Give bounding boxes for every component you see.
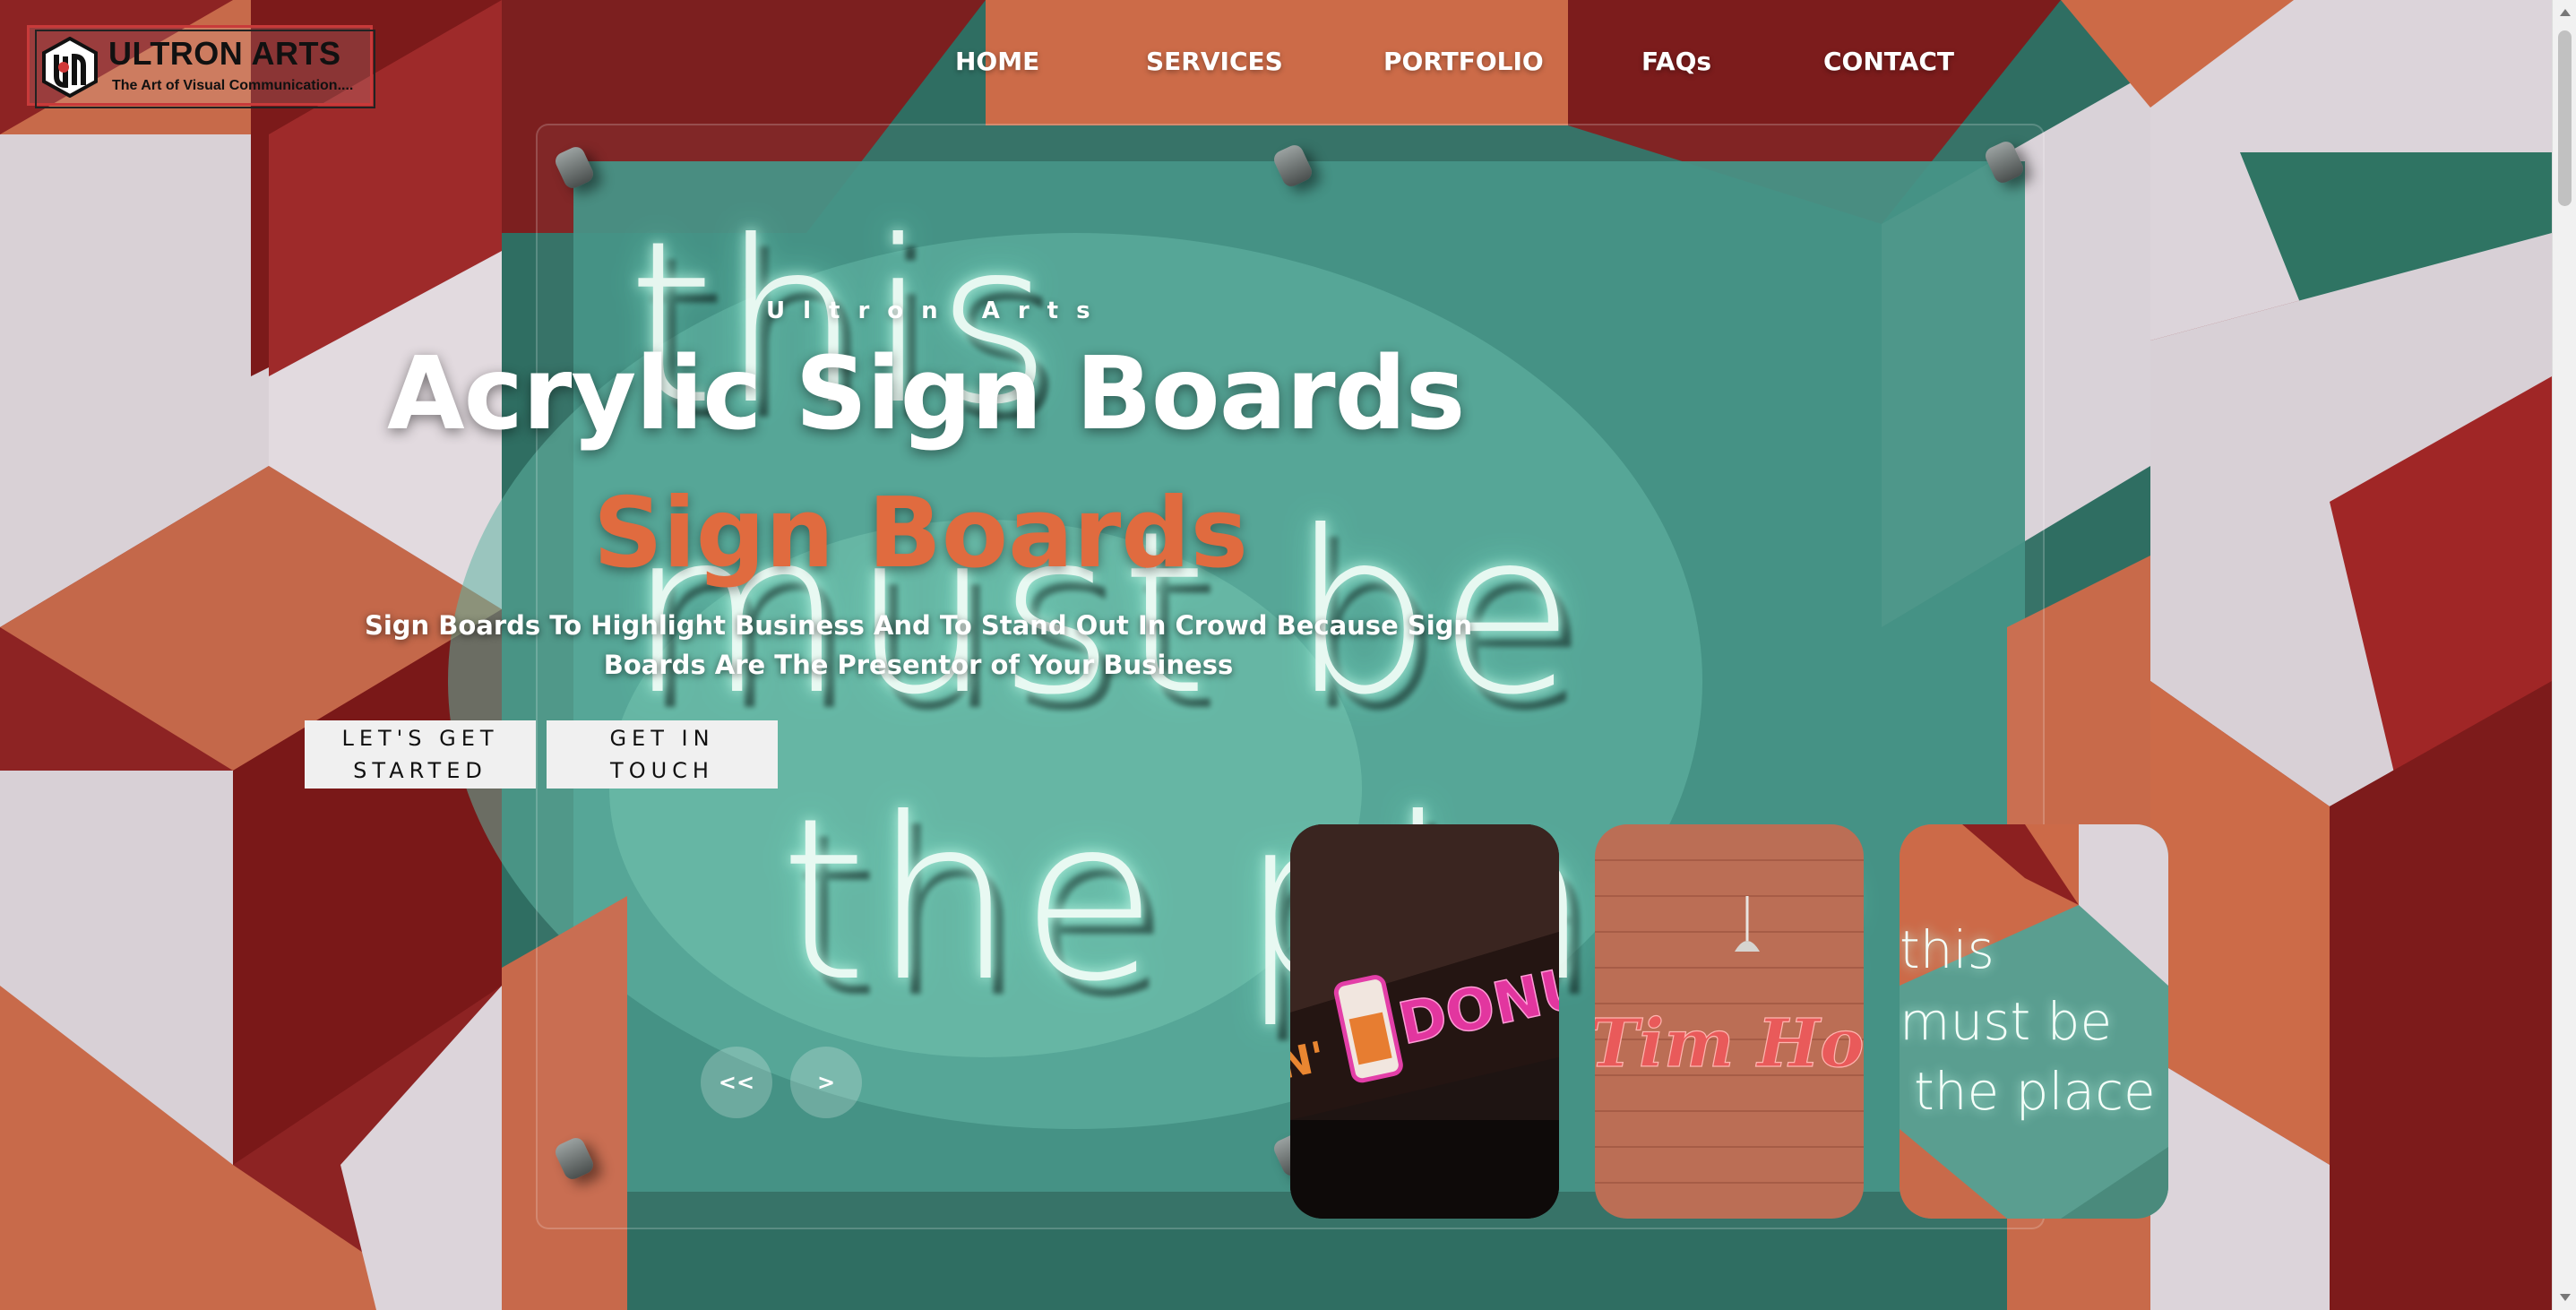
slider-prev-button[interactable]: <<: [701, 1047, 772, 1118]
nav-portfolio[interactable]: PORTFOLIO: [1383, 47, 1544, 76]
slide-image: DONUTS N': [1290, 824, 1559, 1219]
scroll-up-icon[interactable]: [2560, 9, 2571, 16]
slide-image: this must be the place: [1900, 824, 2168, 1219]
sign-text: Tim Horto: [1595, 1005, 1864, 1082]
slide-image: Tim Horto: [1595, 824, 1864, 1219]
nav-faqs[interactable]: FAQs: [1641, 47, 1711, 76]
slide-card-neon[interactable]: this must be the place: [1900, 824, 2168, 1219]
scroll-down-icon[interactable]: [2560, 1294, 2571, 1301]
get-started-button[interactable]: LET'S GET STARTED: [305, 720, 536, 789]
nav-home[interactable]: HOME: [955, 47, 1039, 76]
hero-headline: Acrylic Sign Boards: [387, 336, 1465, 452]
neon-text-line: must be: [1900, 991, 2112, 1052]
logo-mark-icon: [42, 37, 98, 98]
slider-next-button[interactable]: >: [790, 1047, 862, 1118]
slide-card-donuts[interactable]: DONUTS N': [1290, 824, 1559, 1219]
site-logo[interactable]: ULTRON ARTS The Art of Visual Communicat…: [27, 25, 375, 108]
hero-subline: Sign Boards: [593, 478, 1248, 590]
neon-text-line: this: [1900, 919, 1994, 980]
hero-eyebrow: Ultron Arts: [766, 297, 1108, 324]
get-in-touch-button[interactable]: GET IN TOUCH: [547, 720, 778, 789]
page-scrollbar[interactable]: [2552, 0, 2576, 1310]
neon-text-line: the place: [1914, 1061, 2156, 1122]
slide-card-tim-hortons[interactable]: Tim Horto: [1595, 824, 1864, 1219]
logo-tagline: The Art of Visual Communication....: [112, 78, 354, 93]
logo-title: ULTRON ARTS: [108, 35, 341, 72]
scroll-thumb[interactable]: [2558, 30, 2572, 206]
nav-services[interactable]: SERVICES: [1146, 47, 1283, 76]
page: this must be the place ULTRON ARTS The A…: [0, 0, 2552, 1310]
nav-contact[interactable]: CONTACT: [1823, 47, 1954, 76]
hero-description: Sign Boards To Highlight Business And To…: [364, 610, 1473, 680]
